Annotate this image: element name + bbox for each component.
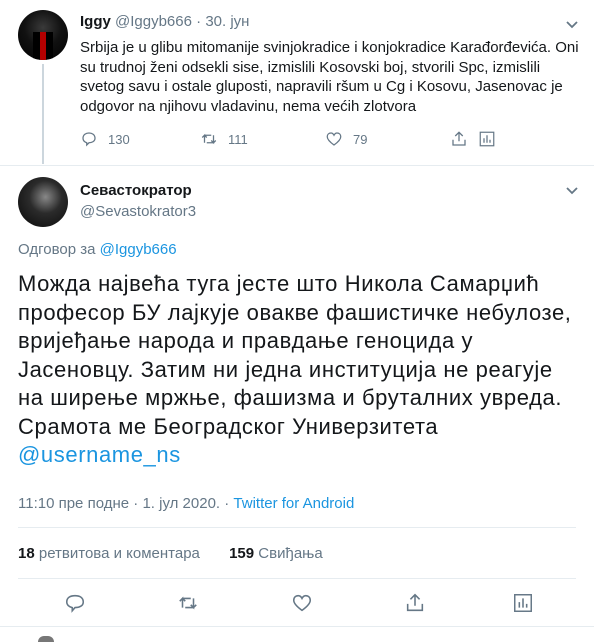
parent-tweet[interactable]: Iggy @Iggyb666 · 30. јун Srbija je u gli… — [0, 0, 594, 165]
avatar-figure — [33, 32, 53, 60]
tweet-text: Srbija je u glibu mitomanije svinjokradi… — [80, 39, 579, 115]
chevron-down-icon[interactable] — [564, 182, 580, 198]
reply-count: 130 — [108, 131, 130, 147]
reply-icon — [82, 132, 96, 147]
likes-stat[interactable]: 159 Свиђања — [229, 545, 323, 562]
avatar[interactable] — [18, 177, 68, 227]
retweet-icon — [201, 133, 217, 145]
retweets-count: 18 — [18, 545, 35, 562]
mention-link[interactable]: @username_ns — [18, 442, 181, 467]
tweet-text: Можда највећа туга јесте што Никола Сама… — [18, 270, 583, 470]
retweet-count: 111 — [228, 131, 248, 147]
like-button[interactable]: 79 — [325, 130, 367, 148]
like-icon[interactable] — [291, 592, 313, 614]
reply-to-link[interactable]: @Iggyb666 — [100, 241, 177, 258]
separator: · — [224, 495, 230, 512]
next-avatar-partial — [38, 636, 54, 642]
divider — [18, 527, 576, 528]
tweet-time[interactable]: 11:10 пре подне — [18, 495, 129, 512]
likes-count: 159 — [229, 545, 255, 562]
avatar[interactable] — [18, 10, 68, 60]
analytics-icon — [479, 131, 495, 147]
reply-icon[interactable] — [64, 592, 86, 614]
tweet-date[interactable]: 1. јул 2020. — [142, 495, 220, 512]
share-icon — [452, 131, 466, 146]
like-count: 79 — [353, 131, 368, 147]
handle[interactable]: @Sevastokrator3 — [80, 203, 196, 220]
divider — [18, 578, 576, 579]
display-name[interactable]: Iggy — [80, 13, 111, 30]
share-icon[interactable] — [404, 592, 426, 614]
divider — [0, 626, 594, 627]
share-button[interactable] — [450, 130, 468, 148]
retweet-icon[interactable] — [177, 592, 199, 614]
divider — [0, 165, 594, 166]
retweets-stat[interactable]: 18 ретвитова и коментара — [18, 545, 200, 562]
reply-button[interactable]: 130 — [80, 130, 130, 148]
like-icon — [326, 132, 342, 146]
tweet-actions: 130 111 79 — [80, 130, 500, 150]
likes-label: Свиђања — [258, 545, 323, 562]
reply-context: Одговор за @Iggyb666 — [18, 241, 177, 258]
display-name[interactable]: Севастократор — [80, 182, 192, 199]
client-link[interactable]: Twitter for Android — [233, 495, 354, 512]
separator: · — [133, 495, 139, 512]
retweets-label: ретвитова и коментара — [38, 545, 200, 562]
analytics-icon[interactable] — [512, 592, 534, 614]
tweet-timestamp: 11:10 пре подне · 1. јул 2020. · Twitter… — [18, 495, 354, 512]
handle[interactable]: @Iggyb666 — [115, 13, 192, 30]
tweet-date[interactable]: 30. јун — [205, 13, 249, 30]
chevron-down-icon[interactable] — [564, 16, 580, 32]
analytics-button[interactable] — [478, 130, 496, 148]
tweet-actions — [0, 592, 594, 614]
tweet-body: Можда највећа туга јесте што Никола Сама… — [18, 271, 572, 439]
separator: · — [196, 13, 202, 30]
thread-line — [42, 64, 44, 164]
retweet-button[interactable]: 111 — [200, 130, 248, 148]
tweet-header: Iggy @Iggyb666 · 30. јун — [80, 13, 249, 30]
reply-prefix: Одговор за — [18, 241, 96, 258]
tweet-stats: 18 ретвитова и коментара 159 Свиђања — [18, 545, 323, 562]
